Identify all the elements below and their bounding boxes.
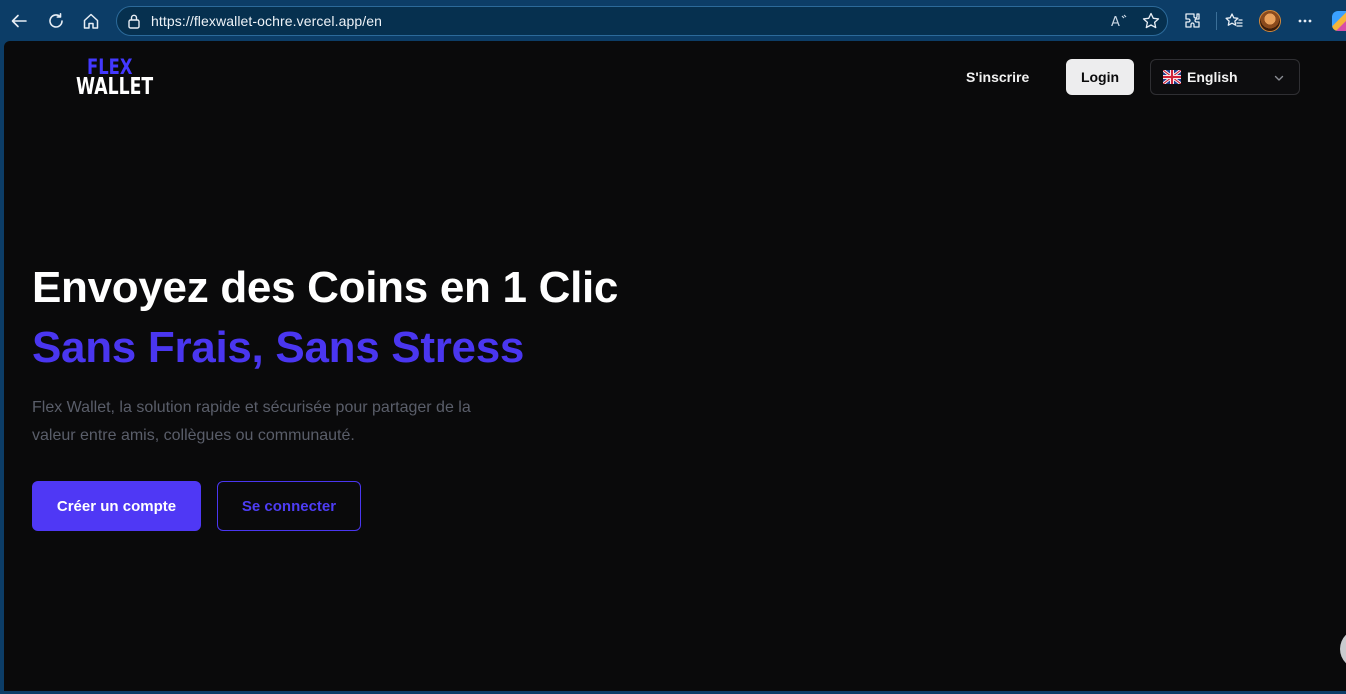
svg-text:A: A <box>1111 15 1120 30</box>
uk-flag-icon <box>1163 70 1181 84</box>
flex-wallet-logo[interactable]: FLEX WALLET <box>76 57 156 101</box>
login-button[interactable]: Login <box>1066 59 1134 95</box>
home-icon[interactable] <box>78 8 104 34</box>
create-account-button[interactable]: Créer un compte <box>32 481 201 531</box>
extensions-icon[interactable] <box>1180 8 1206 34</box>
hero-title: Envoyez des Coins en 1 Clic <box>32 263 619 312</box>
sign-in-button[interactable]: Se connecter <box>217 481 361 531</box>
floating-chat-widget[interactable] <box>1340 629 1346 669</box>
browser-toolbar: https://flexwallet-ochre.vercel.app/en A <box>0 0 1346 41</box>
language-label: English <box>1187 69 1238 85</box>
address-bar[interactable]: https://flexwallet-ochre.vercel.app/en A <box>116 6 1168 36</box>
profile-avatar[interactable] <box>1259 10 1281 32</box>
language-select[interactable]: English <box>1150 59 1300 95</box>
more-icon[interactable] <box>1292 8 1318 34</box>
read-aloud-icon[interactable]: A <box>1109 11 1129 36</box>
hero-description: Flex Wallet, la solution rapide et sécur… <box>32 394 552 450</box>
copilot-icon[interactable] <box>1332 11 1346 31</box>
toolbar-separator <box>1216 12 1217 30</box>
favorites-icon[interactable] <box>1221 8 1247 34</box>
page-viewport: FLEX WALLET S'inscrire Login English Env… <box>4 41 1346 691</box>
back-icon[interactable] <box>6 8 32 34</box>
hero-description-line-1: Flex Wallet, la solution rapide et sécur… <box>32 399 471 416</box>
lock-icon[interactable] <box>127 13 141 34</box>
hero-description-line-2: valeur entre amis, collègues ou communau… <box>32 427 355 444</box>
favorite-star-icon[interactable] <box>1141 11 1161 36</box>
chevron-down-icon <box>1274 75 1284 81</box>
hero-subtitle: Sans Frais, Sans Stress <box>32 323 525 372</box>
logo-text-bottom: WALLET <box>76 74 154 100</box>
url-text[interactable]: https://flexwallet-ochre.vercel.app/en <box>151 13 382 29</box>
signup-link[interactable]: S'inscrire <box>966 69 1029 85</box>
refresh-icon[interactable] <box>43 8 69 34</box>
